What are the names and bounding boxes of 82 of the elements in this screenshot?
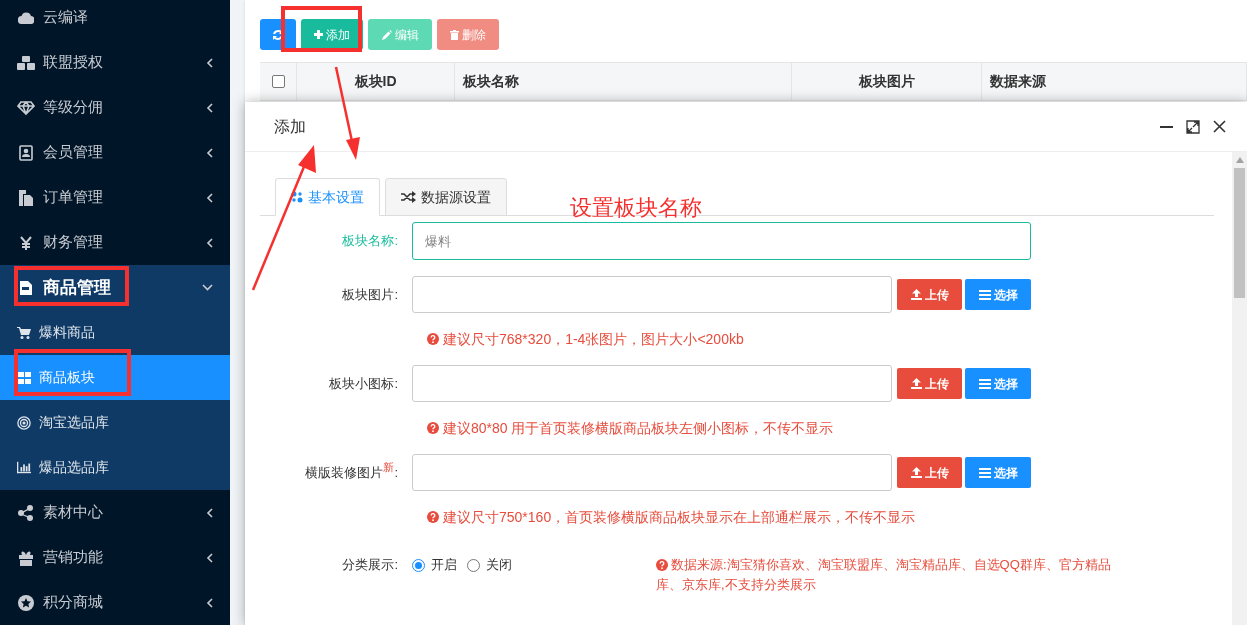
column-header[interactable]: 数据来源 (990, 71, 1046, 92)
diamond-icon (17, 100, 35, 115)
cubes-icon (17, 55, 35, 70)
sidebar-item[interactable]: 联盟授权 (0, 40, 230, 85)
star-badge-icon (17, 594, 35, 611)
upload-button[interactable]: 上传 (897, 279, 962, 310)
shuffle-icon (401, 191, 416, 203)
cogs-icon (291, 191, 303, 203)
field-label: 板块图片: (341, 285, 399, 304)
radio-option[interactable]: 关闭 (467, 555, 512, 575)
sidebar-item[interactable]: 财务管理 (0, 220, 230, 265)
chevron-left-icon (206, 597, 213, 608)
warning-icon (427, 333, 439, 345)
select-all-checkbox[interactable] (271, 75, 285, 88)
hint-text: 建议80*80 用于首页装修横版商品板块左侧小图标，不传不显示 (443, 418, 834, 438)
sidebar-item[interactable]: 素材中心 (0, 490, 230, 535)
column-header[interactable]: 板块ID (354, 71, 397, 92)
yen-icon (17, 235, 35, 250)
warning-icon (656, 558, 668, 571)
image-path-field[interactable] (412, 454, 892, 491)
sidebar-item[interactable]: 营销功能 (0, 535, 230, 580)
chevron-left-icon (206, 192, 213, 203)
field-label: 横版装修图片$^{新}$: (304, 462, 399, 482)
chevron-left-icon (206, 507, 213, 518)
list-icon (978, 289, 991, 300)
target-icon (17, 414, 31, 431)
upload-icon (910, 378, 922, 389)
field-label: 分类展示: (341, 556, 399, 574)
trash-icon (450, 29, 459, 40)
plus-icon (314, 30, 323, 39)
scroll-up-arrow-icon[interactable] (1235, 157, 1244, 163)
maximize-icon (1186, 119, 1200, 134)
list-icon (978, 467, 991, 478)
text-field[interactable]: 爆料 (412, 222, 1031, 260)
chevron-left-icon (206, 552, 213, 563)
refresh-icon (272, 28, 284, 41)
gift-icon (17, 549, 35, 566)
pencil-icon (381, 29, 392, 40)
grid-icon (17, 371, 31, 384)
cloud-icon (17, 11, 35, 24)
annotation-text: 设置板块名称 (570, 194, 702, 221)
column-header[interactable]: 板块名称 (463, 71, 519, 92)
sidebar-subitem[interactable]: 爆料商品 (0, 310, 230, 355)
sidebar-subitem[interactable]: 爆品选品库 (0, 445, 230, 490)
upload-button[interactable]: 上传 (897, 368, 962, 399)
chevron-left-icon (206, 147, 213, 158)
warning-icon (427, 511, 439, 523)
scrollbar[interactable] (1232, 152, 1247, 625)
upload-button[interactable]: 上传 (897, 457, 962, 488)
close-icon (1213, 120, 1226, 133)
image-path-field[interactable] (412, 276, 892, 313)
bar-chart-icon (17, 461, 31, 474)
field-label: 板块名称: (341, 232, 399, 251)
dialog-title: 添加 (274, 116, 307, 137)
scrollbar-thumb[interactable] (1234, 168, 1245, 298)
sidebar-item[interactable]: 积分商城 (0, 580, 230, 625)
upload-icon (910, 289, 922, 300)
sidebar-subitem[interactable]: 淘宝选品库 (0, 400, 230, 445)
share-icon (17, 504, 35, 521)
note-text: 数据来源:淘宝猜你喜欢、淘宝联盟库、淘宝精品库、自选QQ群库、官方精品库、京东库,不支持分类展示 (656, 556, 1111, 594)
contact-card-icon (17, 144, 35, 161)
chevron-left-icon (206, 102, 213, 113)
sidebar-item[interactable]: 云编译 (0, 0, 230, 40)
chevron-left-icon (206, 237, 213, 248)
chevron-left-icon (206, 57, 213, 68)
column-header[interactable]: 板块图片 (858, 71, 915, 92)
radio-option[interactable]: 开启 (412, 555, 457, 575)
sidebar-item[interactable]: 等级分佣 (0, 85, 230, 130)
tab[interactable]: 数据源设置 (385, 178, 507, 216)
sidebar-item[interactable]: 订单管理 (0, 175, 230, 220)
chevron-down-icon (202, 284, 213, 291)
field-label: 板块小图标: (328, 374, 399, 393)
documents-icon (17, 189, 35, 206)
file-icon (17, 279, 35, 296)
hint-text: 建议尺寸750*160，首页装修横版商品板块显示在上部通栏展示，不传不显示 (443, 507, 916, 527)
image-path-field[interactable] (412, 365, 892, 402)
warning-icon (427, 422, 439, 434)
cart-icon (17, 326, 31, 339)
hint-text: 建议尺寸768*320，1-4张图片，图片大小<200kb (443, 329, 744, 349)
upload-icon (910, 467, 922, 478)
sidebar-item[interactable]: 会员管理 (0, 130, 230, 175)
list-icon (978, 378, 991, 389)
